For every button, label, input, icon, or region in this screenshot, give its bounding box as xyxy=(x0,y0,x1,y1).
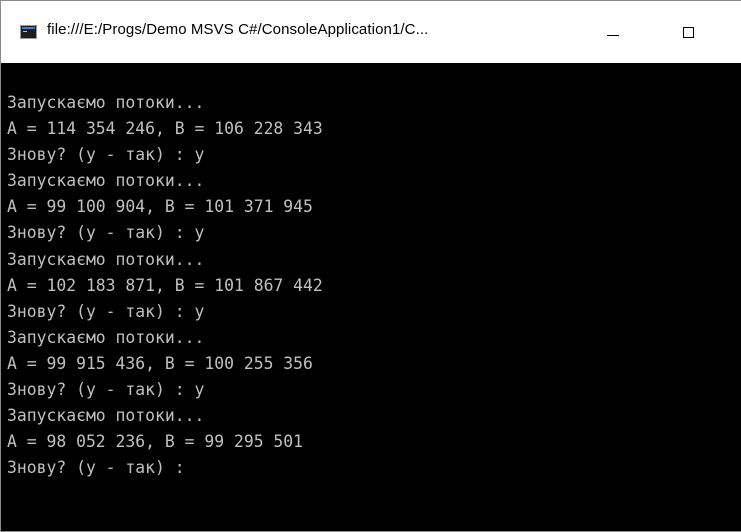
console-line: Запускаємо потоки... xyxy=(7,249,205,269)
console-line: Запускаємо потоки... xyxy=(7,406,205,426)
console-line: A = 102 183 871, B = 101 867 442 xyxy=(7,275,323,295)
console-line: A = 98 052 236, B = 99 295 501 xyxy=(7,432,304,452)
console-line: A = 99 100 904, B = 101 371 945 xyxy=(7,197,313,217)
console-line: Запускаємо потоки... xyxy=(7,171,205,191)
console-area[interactable]: Запускаємо потоки... A = 114 354 246, B … xyxy=(1,63,741,531)
minimize-icon xyxy=(607,35,619,36)
console-app-icon[interactable] xyxy=(20,25,37,39)
console-line: Запускаємо потоки... xyxy=(7,327,205,347)
window-title: file:///E:/Progs/Demo MSVS C#/ConsoleApp… xyxy=(47,21,429,38)
console-prompt-line[interactable]: Знову? (y - так) : xyxy=(7,455,323,481)
console-line: Знову? (y - так) : y xyxy=(7,301,205,321)
maximize-button[interactable] xyxy=(662,1,724,63)
console-window: file:///E:/Progs/Demo MSVS C#/ConsoleApp… xyxy=(0,0,741,532)
console-line: Знову? (y - так) : y xyxy=(7,380,205,400)
console-line: Знову? (y - так) : y xyxy=(7,145,205,165)
title-bar[interactable]: file:///E:/Progs/Demo MSVS C#/ConsoleApp… xyxy=(1,1,741,63)
console-line: A = 114 354 246, B = 106 228 343 xyxy=(7,119,323,139)
console-output: Запускаємо потоки... A = 114 354 246, B … xyxy=(7,90,323,481)
maximize-icon xyxy=(683,27,694,38)
console-line: Запускаємо потоки... xyxy=(7,93,205,112)
console-line: A = 99 915 436, B = 100 255 356 xyxy=(7,353,313,373)
minimize-button[interactable] xyxy=(581,1,643,63)
console-line: Знову? (y - так) : y xyxy=(7,223,205,243)
